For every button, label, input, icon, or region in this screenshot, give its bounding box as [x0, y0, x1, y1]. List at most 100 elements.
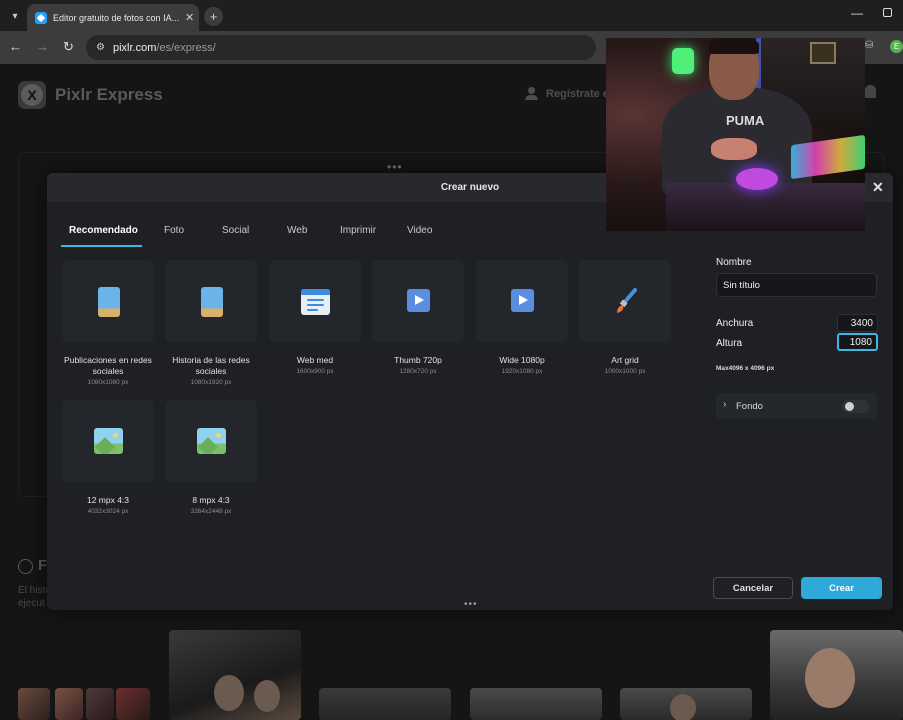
- tab-video[interactable]: Video: [407, 225, 432, 236]
- tab-foto[interactable]: Foto: [164, 225, 184, 236]
- preset-label: Historia de las redes sociales: [172, 355, 250, 376]
- paintbrush-icon: [617, 288, 637, 313]
- preset-label: Art grid: [611, 355, 639, 365]
- preset-size: 1280x720 px: [399, 368, 437, 375]
- back-arrow-icon[interactable]: ←: [9, 39, 22, 54]
- thumbnail-face: [670, 694, 696, 720]
- preset-label: Publicaciones en redes sociales: [64, 355, 152, 376]
- history-thumbnail[interactable]: [470, 688, 602, 720]
- preset-size: 1080x1080 px: [87, 379, 129, 386]
- history-description-line2: ejecut: [18, 598, 45, 609]
- preset-card[interactable]: Publicaciones en redes sociales 1080x108…: [58, 260, 158, 386]
- preset-thumbnail: [579, 260, 671, 342]
- history-thumbnail[interactable]: [169, 630, 301, 720]
- preset-size: 1600x900 px: [296, 368, 334, 375]
- play-icon: [407, 289, 430, 312]
- background-section[interactable]: › Fondo: [716, 393, 877, 419]
- close-icon[interactable]: ✕: [872, 179, 884, 196]
- tab-search-chevron-icon[interactable]: ▾: [6, 7, 24, 25]
- url-domain: pixlr.com: [112, 41, 157, 54]
- drag-handle-icon: •••: [387, 160, 403, 174]
- history-thumbnail[interactable]: [55, 688, 83, 720]
- history-thumbnail[interactable]: [770, 630, 903, 720]
- pixlr-favicon-icon: [35, 11, 47, 24]
- tab-web[interactable]: Web: [287, 225, 307, 236]
- new-tab-button[interactable]: +: [204, 7, 223, 26]
- history-title: F: [38, 557, 48, 574]
- name-label: Nombre: [716, 257, 752, 268]
- web-page-icon: [301, 289, 330, 315]
- tab-title: Editor gratuito de fotos con IA...: [53, 12, 179, 23]
- preset-card[interactable]: 12 mpx 4:3 4032x3024 px: [58, 400, 158, 515]
- site-settings-icon[interactable]: ⚙: [96, 42, 105, 53]
- pixlr-logo[interactable]: X Pixlr Express: [18, 81, 163, 109]
- height-label: Altura: [716, 338, 743, 349]
- play-icon: [511, 289, 534, 312]
- register-label: Regístrate e: [546, 87, 609, 100]
- thumbnail-face: [214, 675, 244, 711]
- browser-tab[interactable]: Editor gratuito de fotos con IA... ✕: [27, 4, 199, 31]
- preset-card[interactable]: Thumb 720p 1280x720 px: [368, 260, 468, 375]
- reload-icon[interactable]: ↻: [63, 39, 74, 55]
- webcam-picture-frame: [810, 42, 836, 64]
- chevron-right-icon[interactable]: ›: [723, 399, 726, 410]
- phone-icon: [98, 287, 120, 317]
- history-thumbnail[interactable]: [86, 688, 114, 720]
- preset-card[interactable]: Art grid 1000x1000 px: [575, 260, 675, 375]
- forward-arrow-icon[interactable]: →: [36, 39, 49, 54]
- tab-recomendado[interactable]: Recomendado: [69, 225, 138, 236]
- preset-label: 12 mpx 4:3: [86, 495, 130, 505]
- cancel-button[interactable]: Cancelar: [713, 577, 793, 599]
- tab-close-icon[interactable]: ✕: [185, 11, 194, 24]
- history-thumbnail[interactable]: [18, 688, 50, 720]
- pixlr-logo-icon: X: [18, 81, 46, 109]
- preset-size: 4032x3024 px: [87, 508, 129, 515]
- browser-tabstrip: ▾ Editor gratuito de fotos con IA... ✕ +…: [0, 0, 903, 31]
- tab-imprimir[interactable]: Imprimir: [340, 225, 376, 236]
- name-field[interactable]: [716, 273, 877, 297]
- preset-thumbnail: [476, 260, 568, 342]
- thumbnail-face: [805, 648, 855, 708]
- preset-label: Thumb 720p: [394, 355, 442, 365]
- preset-thumbnail: [165, 260, 257, 342]
- webcam-mouse: [736, 168, 778, 190]
- address-bar[interactable]: ⚙ pixlr.com/es/express/: [86, 35, 596, 60]
- webcam-hand: [711, 138, 757, 160]
- webcam-headset: [672, 48, 694, 74]
- resize-handle-icon[interactable]: •••: [464, 599, 478, 610]
- preset-label: 8 mpx 4:3: [192, 495, 230, 505]
- register-link[interactable]: Regístrate e: [525, 87, 609, 100]
- webcam-overlay: PUMA: [606, 38, 865, 231]
- width-field[interactable]: [837, 314, 878, 332]
- height-field[interactable]: [837, 333, 878, 351]
- preset-size: 1000x1000 px: [604, 368, 646, 375]
- preset-thumbnail: [372, 260, 464, 342]
- preset-card[interactable]: Historia de las redes sociales 1080x1920…: [161, 260, 261, 386]
- create-button[interactable]: Crear: [801, 577, 882, 599]
- webcam-shirt-logo: PUMA: [726, 113, 765, 128]
- preset-label: Wide 1080p: [499, 355, 545, 365]
- history-thumbnail[interactable]: [116, 688, 150, 720]
- active-tab-indicator: [61, 245, 142, 247]
- window-minimize-icon[interactable]: —: [851, 6, 863, 20]
- history-thumbnail[interactable]: [319, 688, 451, 720]
- tab-social[interactable]: Social: [222, 225, 249, 236]
- preset-thumbnail: [62, 400, 154, 482]
- history-description-line1: El histo: [18, 585, 51, 596]
- max-size-note: Max4096 x 4096 px: [716, 365, 775, 372]
- window-restore-icon[interactable]: [883, 8, 892, 17]
- extensions-icon[interactable]: ⛁: [865, 40, 873, 51]
- history-thumbnail[interactable]: [620, 688, 752, 720]
- profile-avatar[interactable]: E: [890, 40, 903, 53]
- preset-size: 1080x1920 px: [190, 379, 232, 386]
- preset-card[interactable]: 8 mpx 4:3 3264x2448 px: [161, 400, 261, 515]
- preset-card[interactable]: Wide 1080p 1920x1080 px: [472, 260, 572, 375]
- webcam-person-hair: [709, 38, 759, 54]
- url-path: /es/express/: [156, 41, 216, 54]
- toggle-knob: [845, 402, 854, 411]
- background-toggle[interactable]: [842, 400, 869, 413]
- preset-thumbnail: [269, 260, 361, 342]
- phone-icon: [201, 287, 223, 317]
- preset-card[interactable]: Web med 1600x900 px: [265, 260, 365, 375]
- notification-bell-icon[interactable]: [865, 85, 876, 98]
